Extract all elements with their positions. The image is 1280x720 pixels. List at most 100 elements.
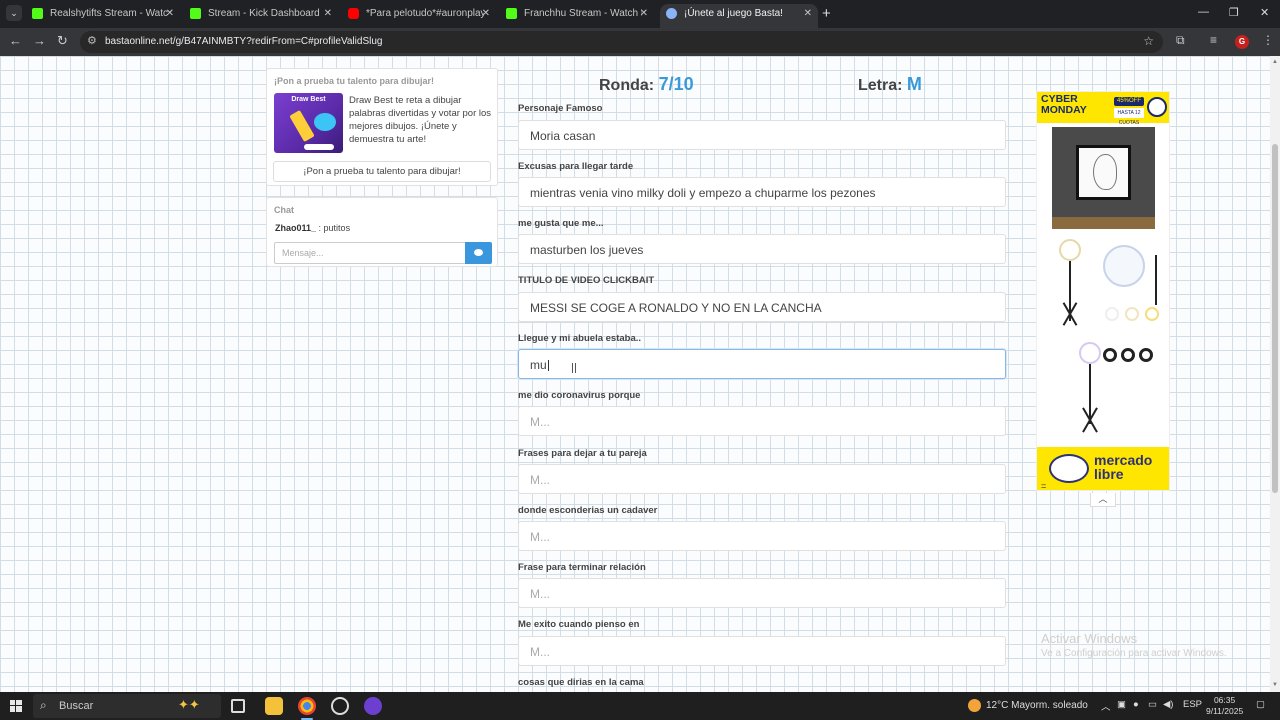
- letter-value: M: [906, 74, 922, 94]
- minimize-icon[interactable]: —: [1198, 6, 1209, 18]
- mouse-ibeam-cursor-icon: [572, 363, 576, 373]
- network-icon[interactable]: ▭: [1148, 699, 1157, 710]
- ring-light-icon: [1103, 245, 1145, 287]
- watermark-subtitle: Ve a Configuración para activar Windows.: [1041, 648, 1227, 659]
- tab-title: *Para pelotudo*#auronplay #tw: [366, 8, 484, 19]
- category-input[interactable]: M...: [518, 578, 1006, 608]
- category-input[interactable]: M...: [518, 636, 1006, 666]
- language-indicator[interactable]: ESP: [1183, 699, 1202, 710]
- chat-text: : putitos: [318, 223, 351, 233]
- menu-icon[interactable]: ⋮: [1262, 33, 1274, 47]
- microphone-icon[interactable]: ●: [1133, 699, 1139, 710]
- chat-bubble-icon: [474, 249, 483, 256]
- file-explorer-icon[interactable]: [265, 697, 283, 715]
- kick-icon: [506, 8, 517, 19]
- tab-search-button[interactable]: ⌄: [6, 5, 22, 21]
- close-icon[interactable]: ✕: [324, 4, 332, 24]
- brand-line-2: libre: [1094, 466, 1124, 482]
- category-input[interactable]: MESSI SE COGE A RONALDO Y NO EN LA CANCH…: [518, 292, 1006, 322]
- ring-light-product-image: [1045, 237, 1167, 332]
- task-view-icon[interactable]: [231, 699, 245, 713]
- scroll-down-arrow-icon[interactable]: ▼: [1272, 682, 1278, 688]
- scrollbar-thumb[interactable]: [1272, 144, 1278, 493]
- ring-light-icon: [1121, 348, 1135, 362]
- discount-badge: 45%OFF: [1114, 97, 1144, 106]
- address-bar[interactable]: ⚙ bastaonline.net/g/B47AINMBTY?redirFrom…: [80, 31, 1163, 53]
- category-label: me gusta que me...: [518, 218, 604, 229]
- letter-indicator: Letra: M: [858, 74, 922, 95]
- tab-3[interactable]: *Para pelotudo*#auronplay #tw ✕: [342, 4, 496, 28]
- close-icon[interactable]: ✕: [804, 4, 812, 24]
- category-input-focused[interactable]: mu: [518, 349, 1006, 379]
- ring-light-icon: [1079, 342, 1101, 364]
- sparkle-icon: ✦✦: [178, 697, 200, 712]
- restore-icon[interactable]: ❐: [1229, 6, 1239, 19]
- text-caret: [547, 360, 549, 372]
- media-control-icon[interactable]: ≡: [1210, 33, 1217, 47]
- tray-app-icon[interactable]: ▣: [1117, 699, 1126, 710]
- category-input[interactable]: M...: [518, 464, 1006, 494]
- new-tab-button[interactable]: +: [822, 5, 831, 22]
- back-icon[interactable]: ←: [9, 33, 22, 48]
- tab-4[interactable]: Franchhu Stream - Watch Live o ✕: [500, 4, 654, 28]
- volume-icon[interactable]: ◀): [1163, 699, 1173, 710]
- tab-1[interactable]: Realshytifts Stream - Watch Li... ✕: [26, 4, 180, 28]
- reload-icon[interactable]: ↻: [57, 33, 68, 49]
- category-label: Llegue y mi abuela estaba..: [518, 333, 642, 344]
- category-input[interactable]: masturben los jueves: [518, 234, 1006, 264]
- draw-best-promo: ¡Pon a prueba tu talento para dibujar! D…: [266, 68, 498, 186]
- taskbar-clock[interactable]: 06:35 9/11/2025: [1206, 695, 1243, 717]
- forward-icon[interactable]: →: [33, 33, 46, 48]
- windows-start-icon[interactable]: [10, 700, 22, 712]
- bookmark-star-icon[interactable]: ☆: [1143, 34, 1154, 48]
- mercado-libre-wordmark: mercado libre: [1094, 453, 1152, 481]
- thumbnail-title: Draw Best: [291, 96, 326, 103]
- url-text[interactable]: bastaonline.net/g/B47AINMBTY?redirFrom=C…: [105, 36, 382, 47]
- page-scrollbar[interactable]: ▲ ▼: [1270, 56, 1280, 692]
- obs-icon[interactable]: [331, 697, 349, 715]
- tray-chevron-icon[interactable]: ︿: [1101, 699, 1111, 713]
- category-label: Frases para dejar a tu pareja: [518, 448, 647, 459]
- profile-avatar[interactable]: G: [1235, 35, 1249, 49]
- site-info-icon[interactable]: ⚙: [87, 34, 97, 47]
- browser-toolbar: ← → ↻ ⚙ bastaonline.net/g/B47AINMBTY?red…: [0, 28, 1280, 56]
- typed-text: mu: [530, 358, 547, 372]
- paint-splash-icon: [314, 113, 336, 131]
- chat-message-input[interactable]: Mensaje...: [274, 242, 466, 264]
- browser-tab-strip: ⌄ Realshytifts Stream - Watch Li... ✕ St…: [0, 0, 1280, 28]
- notifications-icon[interactable]: ▢: [1256, 699, 1265, 710]
- tab-2[interactable]: Stream - Kick Dashboard ✕: [184, 4, 338, 28]
- promo-cta-button[interactable]: ¡Pon a prueba tu talento para dibujar!: [273, 161, 491, 182]
- close-icon[interactable]: ✕: [640, 4, 648, 24]
- weather-widget[interactable]: 12°C Mayorm. soleado: [968, 699, 1088, 712]
- category-label: cosas que dirias en la cama: [518, 677, 644, 688]
- app-icon[interactable]: [364, 697, 382, 715]
- mercado-libre-logo-icon: [1147, 97, 1167, 117]
- chrome-icon[interactable]: [298, 697, 316, 720]
- chat-panel: Chat Zhao011_ : putitos Mensaje...: [266, 197, 498, 267]
- clock-date: 9/11/2025: [1206, 706, 1244, 716]
- ad-choices-mark[interactable]: =: [1041, 481, 1046, 490]
- taskbar-search-box[interactable]: ⌕ Buscar ✦✦: [33, 694, 221, 718]
- advertisement-banner[interactable]: CYBER MONDAY 45%OFF HASTA 12 CUOTAS merc…: [1036, 91, 1170, 491]
- round-indicator: Ronda: 7/10: [599, 74, 694, 95]
- ring-light-icon: [1059, 239, 1081, 261]
- tripod-kit-product-image: [1045, 340, 1167, 440]
- category-input[interactable]: M...: [518, 406, 1006, 436]
- extensions-icon[interactable]: ⧉: [1176, 33, 1185, 48]
- chat-message: Zhao011_ : putitos: [275, 223, 350, 233]
- search-icon: ⌕: [40, 698, 47, 712]
- draw-best-thumbnail[interactable]: Draw Best: [274, 93, 343, 153]
- chat-send-button[interactable]: [465, 242, 492, 264]
- category-input[interactable]: M...: [518, 521, 1006, 551]
- category-input[interactable]: mientras venia vino milky doli y empezo …: [518, 177, 1006, 207]
- close-window-icon[interactable]: ✕: [1260, 6, 1269, 19]
- category-input[interactable]: Moria casan: [518, 120, 1006, 150]
- tab-5-active[interactable]: ¡Únete al juego Basta! ✕: [660, 4, 818, 28]
- tab-title: Franchhu Stream - Watch Live o: [524, 8, 642, 19]
- windows-taskbar: ⌕ Buscar ✦✦ 12°C Mayorm. soleado ︿ ▣ ● ▭…: [0, 692, 1280, 720]
- close-icon[interactable]: ✕: [482, 4, 490, 24]
- ad-collapse-chevron-icon[interactable]: ︿: [1090, 493, 1116, 507]
- close-icon[interactable]: ✕: [166, 4, 174, 24]
- scroll-up-arrow-icon[interactable]: ▲: [1272, 59, 1278, 65]
